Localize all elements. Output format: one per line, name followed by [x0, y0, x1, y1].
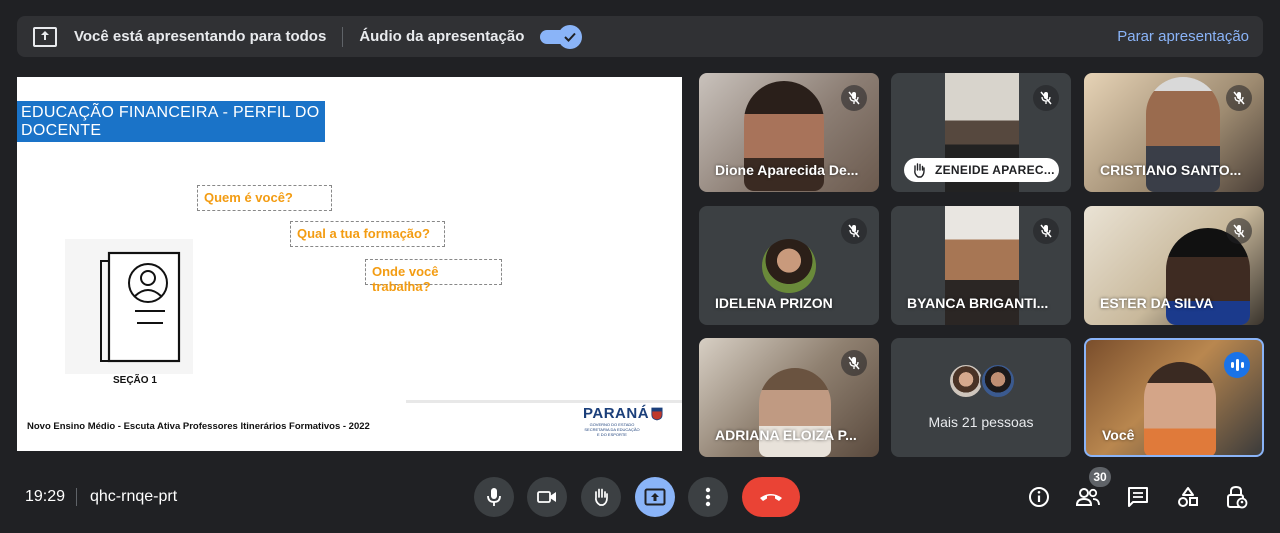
participant-video — [1144, 362, 1216, 455]
activities-shapes-icon — [1178, 487, 1198, 507]
end-call-button[interactable] — [742, 477, 800, 517]
parana-logo-text: PARANÁ — [583, 405, 650, 422]
participant-video — [759, 368, 831, 457]
participant-avatar — [980, 363, 1016, 399]
divider — [76, 488, 77, 506]
participant-tile[interactable]: ZENEIDE APAREC... — [891, 73, 1071, 192]
meeting-info-button[interactable] — [1026, 484, 1052, 510]
mic-off-icon — [1033, 85, 1059, 111]
raised-hand-icon — [914, 163, 925, 178]
presentation-audio-label: Áudio da apresentação — [359, 28, 525, 45]
microphone-icon — [487, 488, 501, 506]
participant-tile[interactable]: ADRIANA ELOIZA P... — [699, 338, 879, 457]
mic-off-icon — [1226, 85, 1252, 111]
participant-name: ADRIANA ELOIZA P... — [715, 427, 857, 443]
participant-tile[interactable]: IDELENA PRIZON — [699, 206, 879, 325]
chat-button[interactable] — [1125, 484, 1151, 510]
mic-off-icon — [841, 218, 867, 244]
participant-name: BYANCA BRIGANTI... — [907, 295, 1049, 311]
participant-name: ZENEIDE APAREC... — [935, 163, 1055, 177]
mic-off-icon — [841, 85, 867, 111]
participant-name: CRISTIANO SANTO... — [1100, 162, 1242, 178]
participant-tile[interactable]: BYANCA BRIGANTI... — [891, 206, 1071, 325]
chat-icon — [1128, 487, 1148, 507]
meeting-code: qhc-rnqe-prt — [90, 488, 178, 505]
mic-off-icon — [841, 350, 867, 376]
people-button[interactable] — [1075, 484, 1101, 510]
mic-off-icon — [1033, 218, 1059, 244]
stop-presenting-button[interactable]: Parar apresentação — [1117, 28, 1249, 45]
lock-person-icon — [1227, 485, 1248, 509]
camera-button[interactable] — [527, 477, 567, 517]
speaking-indicator-icon — [1224, 352, 1250, 378]
participant-name: ESTER DA SILVA — [1100, 295, 1214, 311]
raised-hand-badge: ZENEIDE APAREC... — [904, 158, 1059, 182]
section-label: SEÇÃO 1 — [113, 375, 157, 386]
presentation-audio-toggle[interactable] — [540, 24, 583, 49]
self-view-tile[interactable]: Você — [1084, 338, 1264, 457]
people-icon — [1075, 488, 1100, 506]
question-who: Quem é você? — [197, 185, 332, 211]
slide-title: EDUCAÇÃO FINANCEIRA - PERFIL DO DOCENTE — [17, 101, 325, 142]
slide-footer-text: Novo Ensino Médio - Escuta Ativa Profess… — [27, 421, 370, 432]
raise-hand-icon — [594, 488, 608, 506]
microphone-button[interactable] — [474, 477, 514, 517]
check-icon — [558, 24, 583, 49]
participant-tile[interactable]: Dione Aparecida De... — [699, 73, 879, 192]
meeting-time: 19:29 — [25, 488, 66, 505]
presenting-message: Você está apresentando para todos — [74, 28, 327, 45]
info-icon — [1029, 487, 1049, 507]
more-options-button[interactable] — [688, 477, 728, 517]
present-screen-icon — [33, 26, 57, 47]
presenting-banner: Você está apresentando para todos Áudio … — [17, 16, 1263, 57]
more-participants-tile[interactable]: Mais 21 pessoas — [891, 338, 1071, 457]
parana-logo: PARANÁ GOVERNO DO ESTADO SECRETARIA DA E… — [583, 405, 663, 443]
present-screen-icon — [644, 488, 666, 506]
host-controls-button[interactable] — [1224, 484, 1250, 510]
participant-name: Você — [1102, 427, 1135, 443]
participant-name: IDELENA PRIZON — [715, 295, 833, 311]
participant-tile[interactable]: ESTER DA SILVA — [1084, 206, 1264, 325]
participant-name: Dione Aparecida De... — [715, 162, 859, 178]
profile-document-icon — [65, 239, 193, 374]
raise-hand-button[interactable] — [581, 477, 621, 517]
shared-slide: EDUCAÇÃO FINANCEIRA - PERFIL DO DOCENTE … — [17, 77, 682, 451]
camera-icon — [537, 491, 556, 503]
slide-footer-line — [406, 400, 682, 403]
more-participants-label: Mais 21 pessoas — [928, 414, 1034, 430]
participant-tile[interactable]: CRISTIANO SANTO... — [1084, 73, 1264, 192]
activities-button[interactable] — [1175, 484, 1201, 510]
participant-count-badge: 30 — [1089, 467, 1111, 487]
parana-shield-icon — [651, 407, 663, 421]
end-call-icon — [760, 494, 782, 501]
present-screen-button[interactable] — [635, 477, 675, 517]
participant-avatar — [948, 363, 984, 399]
parana-logo-sub2: SECRETARIA DA EDUCAÇÃO E DO ESPORTE — [584, 427, 640, 437]
more-vert-icon — [705, 487, 711, 507]
participant-avatar — [762, 239, 816, 293]
mic-off-icon — [1226, 218, 1252, 244]
question-work: Onde você trabalha? — [365, 259, 502, 294]
question-education: Qual a tua formação? — [290, 221, 445, 247]
divider — [342, 26, 344, 47]
